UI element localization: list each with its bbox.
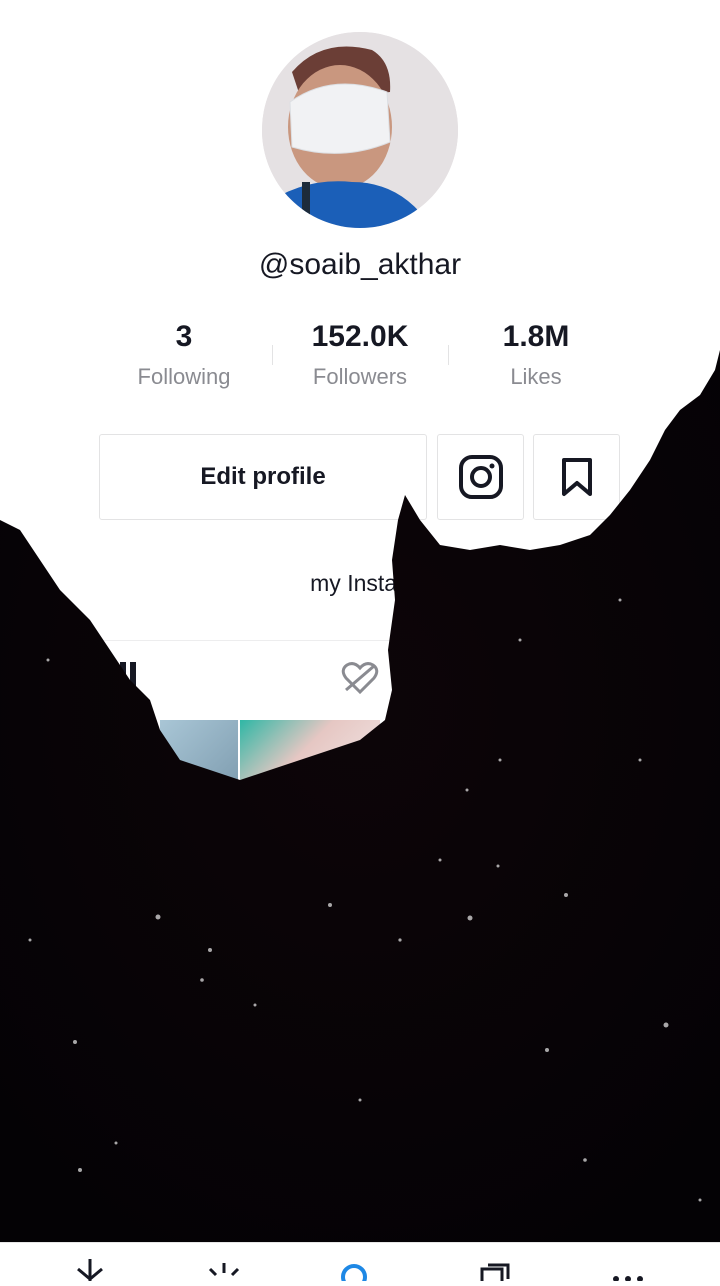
- nav-download[interactable]: [70, 1257, 110, 1281]
- likes-count: 1.8M: [502, 320, 570, 353]
- nav-copy[interactable]: [474, 1257, 514, 1285]
- hidden-heart-icon: [341, 662, 379, 695]
- bio-text: my Instag: [310, 570, 410, 596]
- stat-likes[interactable]: 1.8M Likes: [446, 318, 626, 390]
- followers-count: 152.0K: [311, 320, 409, 353]
- video-thumbnail[interactable]: [160, 720, 238, 790]
- download-icon: [77, 1259, 103, 1281]
- nav-effects[interactable]: [204, 1257, 244, 1281]
- copy-icon: [480, 1263, 510, 1285]
- bookmark-icon: [561, 458, 592, 496]
- stat-following[interactable]: 3 Following: [94, 318, 274, 390]
- following-count: 3: [175, 320, 193, 353]
- liked-tab[interactable]: [340, 660, 380, 701]
- bookmark-button[interactable]: [533, 434, 620, 520]
- nav-more[interactable]: [608, 1257, 648, 1282]
- tabs-divider: [0, 640, 720, 641]
- instagram-icon: [458, 455, 503, 499]
- more-icon: [613, 1276, 643, 1282]
- nav-search[interactable]: [334, 1257, 374, 1286]
- edit-profile-button[interactable]: Edit profile: [99, 434, 427, 520]
- instagram-button[interactable]: [437, 434, 524, 520]
- videos-tab[interactable]: [108, 660, 138, 701]
- likes-label: Likes: [510, 364, 562, 389]
- grid-icon: [110, 662, 136, 694]
- username: @soaib_akthar: [258, 248, 462, 281]
- sparkle-icon: [208, 1263, 240, 1277]
- stat-followers[interactable]: 152.0K Followers: [270, 318, 450, 390]
- followers-label: Followers: [312, 364, 408, 389]
- profile-avatar[interactable]: [262, 32, 458, 228]
- search-icon: [341, 1264, 367, 1286]
- following-label: Following: [137, 364, 231, 389]
- video-thumbnail[interactable]: [240, 720, 380, 790]
- bottom-navigation: [0, 1242, 720, 1286]
